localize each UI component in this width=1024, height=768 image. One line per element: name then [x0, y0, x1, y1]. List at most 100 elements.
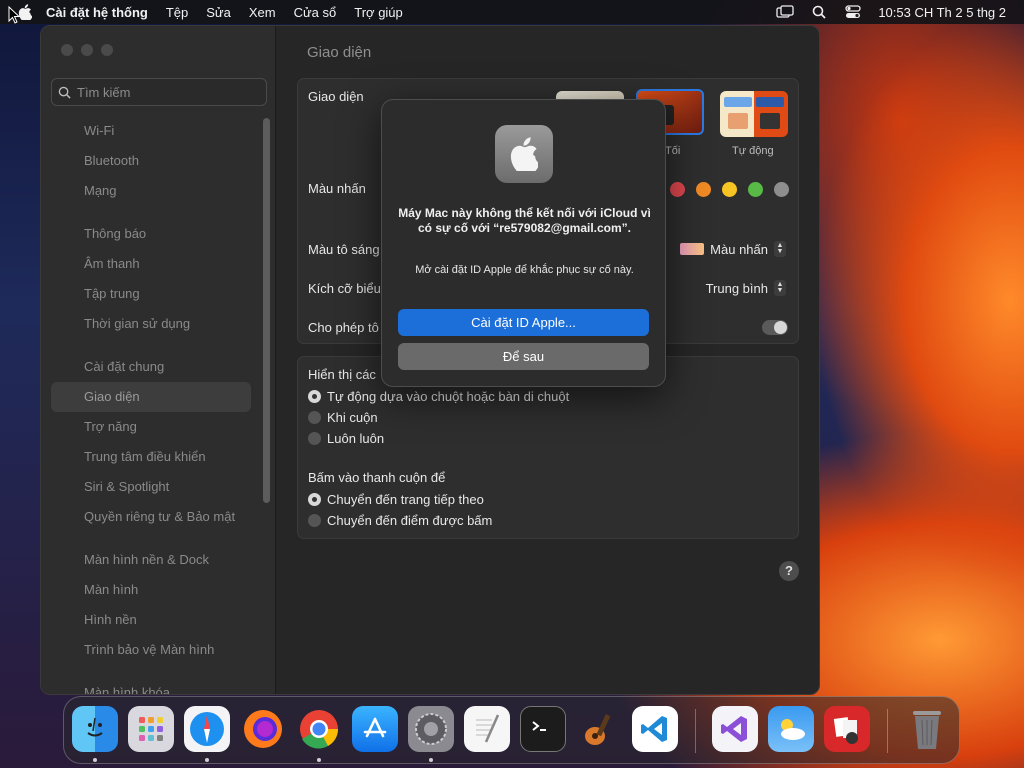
icon-size-label: Kích cỡ biểu	[308, 281, 381, 296]
dialog-message: Máy Mac này không thể kết nối với iCloud…	[398, 206, 651, 235]
sidebar-item-lock-screen[interactable]: Màn hình khóa	[51, 678, 251, 694]
chevron-updown-icon: ▲ ▼	[774, 241, 786, 257]
highlight-swatch	[680, 243, 705, 255]
allow-tinting-label: Cho phép tô	[308, 320, 379, 335]
search-field[interactable]: Tìm kiếm	[51, 78, 267, 106]
dock	[63, 696, 960, 764]
radio-button-selected[interactable]	[308, 493, 321, 506]
sidebar-list: Wi-Fi Bluetooth Mạng Thông báo Âm thanh …	[51, 116, 251, 694]
highlight-color-popup[interactable]: Màu nhấn ▲ ▼	[680, 241, 786, 257]
spotlight-search-icon[interactable]	[810, 4, 828, 20]
accent-green-swatch[interactable]	[748, 182, 763, 197]
sidebar-item-siri-spotlight[interactable]: Siri & Spotlight	[51, 472, 251, 502]
radio-button[interactable]	[308, 432, 321, 445]
page-title: Giao diện	[307, 44, 372, 61]
dialog-info-text: Mở cài đặt ID Apple để khắc phục sự cố n…	[415, 264, 634, 276]
sidebar-item-sound[interactable]: Âm thanh	[51, 249, 251, 279]
sidebar-item-displays[interactable]: Màn hình	[51, 575, 251, 605]
dock-garageband-icon[interactable]	[576, 706, 622, 752]
dock-textedit-icon[interactable]	[464, 706, 510, 752]
apple-id-settings-button[interactable]: Cài đặt ID Apple...	[398, 309, 649, 336]
running-indicator	[429, 758, 433, 762]
icon-size-popup[interactable]: Trung bình ▲ ▼	[706, 280, 786, 296]
appearance-auto-caption: Tự động	[732, 145, 774, 157]
dock-visual-studio-icon[interactable]	[712, 706, 758, 752]
sidebar-scrollbar[interactable]	[263, 118, 270, 503]
appearance-auto-thumb[interactable]	[720, 91, 788, 137]
dock-chrome-icon[interactable]	[296, 706, 342, 752]
dock-finder-icon[interactable]	[72, 706, 118, 752]
highlight-color-label: Màu tô sáng	[308, 242, 380, 257]
accent-yellow-swatch[interactable]	[722, 182, 737, 197]
sidebar-item-screen-saver[interactable]: Trình bảo vệ Màn hình	[51, 635, 251, 665]
app-menu[interactable]: Cài đặt hệ thống	[46, 5, 148, 20]
dock-separator	[695, 709, 696, 753]
radio-button[interactable]	[308, 514, 321, 527]
menu-view[interactable]: Xem	[249, 5, 276, 20]
radio-always[interactable]: Luôn luôn	[308, 431, 384, 446]
radio-button-selected[interactable]	[308, 390, 321, 403]
dock-trash-icon[interactable]	[904, 706, 950, 752]
dock-system-settings-icon[interactable]	[408, 706, 454, 752]
apple-menu-icon[interactable]	[18, 4, 32, 20]
show-scrollbars-label: Hiển thị các	[308, 367, 376, 382]
minimize-button[interactable]	[81, 44, 93, 56]
highlight-color-value: Màu nhấn	[710, 241, 768, 257]
appearance-label: Giao diện	[308, 89, 364, 104]
sidebar-item-focus[interactable]: Tập trung	[51, 279, 251, 309]
search-icon	[58, 86, 71, 99]
sidebar-item-appearance[interactable]: Giao diện	[51, 382, 251, 412]
radio-when-scrolling-label: Khi cuộn	[327, 410, 378, 425]
window-controls	[61, 44, 113, 56]
apple-logo-icon	[495, 125, 553, 183]
sidebar-item-control-center[interactable]: Trung tâm điều khiển	[51, 442, 251, 472]
dock-terminal-icon[interactable]	[520, 706, 566, 752]
close-button[interactable]	[61, 44, 73, 56]
zoom-button[interactable]	[101, 44, 113, 56]
radio-always-label: Luôn luôn	[327, 431, 385, 446]
sidebar-item-general[interactable]: Cài đặt chung	[51, 352, 251, 382]
dock-launchpad-icon[interactable]	[128, 706, 174, 752]
dock-photo-booth-icon[interactable]	[824, 706, 870, 752]
sidebar-item-wifi[interactable]: Wi-Fi	[51, 116, 251, 146]
sidebar-item-wallpaper[interactable]: Hình nền	[51, 605, 251, 635]
dock-firefox-icon[interactable]	[240, 706, 286, 752]
menubar-clock[interactable]: 10:53 CH Th 2 5 thg 2	[878, 5, 1006, 20]
menu-edit[interactable]: Sửa	[206, 5, 231, 20]
radio-clicked-spot-label: Chuyển đến điểm được bấm	[327, 513, 493, 528]
control-center-icon[interactable]	[844, 4, 862, 20]
menu-help[interactable]: Trợ giúp	[354, 5, 403, 20]
accent-red-swatch[interactable]	[670, 182, 685, 197]
radio-next-page[interactable]: Chuyển đến trang tiếp theo	[308, 492, 484, 507]
running-indicator	[205, 758, 209, 762]
help-button[interactable]: ?	[779, 561, 799, 581]
dock-safari-icon[interactable]	[184, 706, 230, 752]
accent-color-label: Màu nhấn	[308, 181, 366, 196]
dock-app-store-icon[interactable]	[352, 706, 398, 752]
later-button[interactable]: Để sau	[398, 343, 649, 370]
sidebar-item-bluetooth[interactable]: Bluetooth	[51, 146, 251, 176]
sidebar-item-notifications[interactable]: Thông báo	[51, 219, 251, 249]
screen-mirroring-icon[interactable]	[776, 4, 794, 20]
click-scrollbar-label: Bấm vào thanh cuộn để	[308, 470, 446, 485]
radio-auto-label: Tự động dựa vào chuột hoặc bàn di chuột	[327, 389, 570, 404]
sidebar-item-accessibility[interactable]: Trợ năng	[51, 412, 251, 442]
running-indicator	[317, 758, 321, 762]
sidebar-item-privacy-security[interactable]: Quyền riêng tư & Bảo mật	[51, 502, 251, 532]
radio-auto[interactable]: Tự động dựa vào chuột hoặc bàn di chuột	[308, 389, 569, 404]
sidebar: Tìm kiếm Wi-Fi Bluetooth Mạng Thông báo …	[41, 26, 276, 694]
menu-window[interactable]: Cửa sổ	[294, 5, 337, 20]
appearance-dark-caption: Tối	[665, 145, 681, 157]
dock-vscode-icon[interactable]	[632, 706, 678, 752]
menu-file[interactable]: Tệp	[166, 5, 188, 20]
radio-clicked-spot[interactable]: Chuyển đến điểm được bấm	[308, 513, 492, 528]
dock-weather-icon[interactable]	[768, 706, 814, 752]
accent-graphite-swatch[interactable]	[774, 182, 789, 197]
sidebar-item-network[interactable]: Mạng	[51, 176, 251, 206]
radio-button[interactable]	[308, 411, 321, 424]
accent-orange-swatch[interactable]	[696, 182, 711, 197]
allow-tinting-toggle[interactable]	[762, 320, 788, 335]
sidebar-item-desktop-dock[interactable]: Màn hình nền & Dock	[51, 545, 251, 575]
sidebar-item-screen-time[interactable]: Thời gian sử dụng	[51, 309, 251, 339]
radio-when-scrolling[interactable]: Khi cuộn	[308, 410, 378, 425]
